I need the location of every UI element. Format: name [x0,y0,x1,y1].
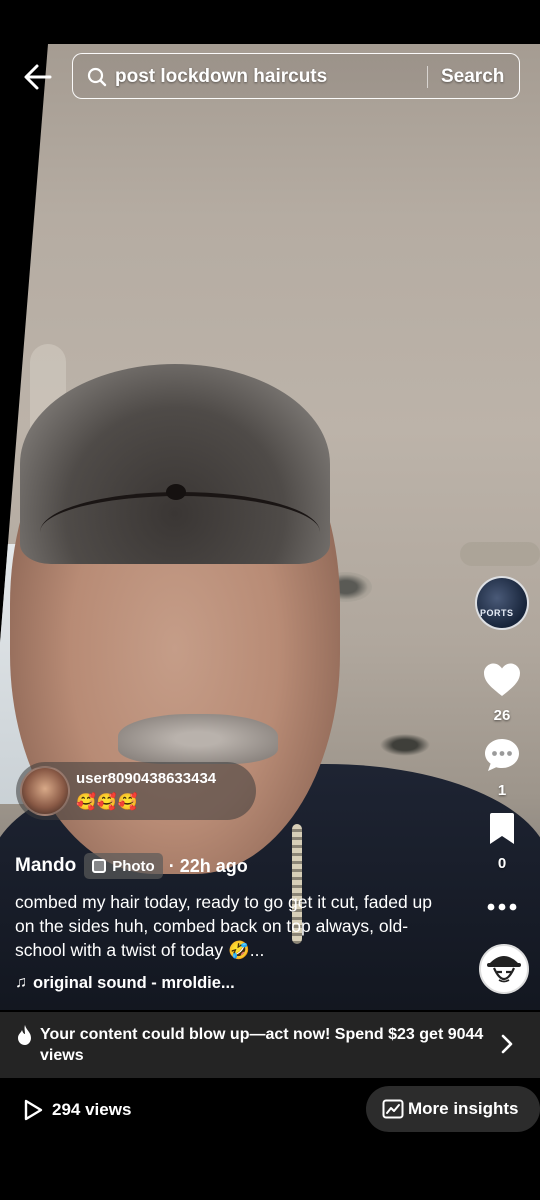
post-time: · 22h ago [168,855,248,876]
comment-count: 1 [497,782,507,799]
search-divider [427,66,428,88]
author-row: Mando Photo · 22h ago [15,852,248,880]
creator-avatar[interactable] [479,944,529,994]
more-insights-button[interactable]: More insights [366,1086,540,1132]
comment-button[interactable]: 1 [472,737,532,799]
chart-icon [382,1099,404,1119]
promote-text: Your content could blow up—act now! Spen… [40,1026,484,1064]
search-button[interactable]: Search [441,66,504,88]
commenter-username: user8090438633434 [76,770,217,787]
like-button[interactable]: 26 [472,662,532,724]
sound-row[interactable]: ♫ original sound - mroldie... [15,972,235,994]
post-viewer: post lockdown haircuts Search PORTS 26 1… [0,0,540,1200]
hair-knot [166,484,186,500]
save-count: 0 [497,855,507,872]
search-query[interactable]: post lockdown haircuts [115,66,327,88]
bookmark-icon [490,813,514,844]
like-count: 26 [493,707,511,724]
more-insights-label: More insights [408,1099,519,1118]
flame-icon [18,1025,31,1045]
photo-tag-label: Photo [112,857,155,875]
views-stat: 294 views [22,1098,131,1122]
music-note-icon: ♫ [15,974,27,991]
comment-preview[interactable]: user8090438633434 🥰🥰🥰 [16,762,256,820]
photo-icon [92,859,107,873]
bottom-bar: 294 views More insights [0,1078,540,1200]
search-icon [87,67,107,87]
sound-avatar[interactable]: PORTS [475,576,529,630]
sound-avatar-text: PORTS [480,608,514,618]
post-caption[interactable]: combed my hair today, ready to go get it… [15,890,455,962]
more-options-button[interactable] [484,896,522,918]
comment-preview-text: 🥰🥰🥰 [76,794,139,811]
views-count: 294 views [52,1100,132,1119]
sound-name: original sound - mroldie... [33,973,235,992]
author-name[interactable]: Mando [15,855,76,877]
search-bar[interactable]: post lockdown haircuts Search [72,53,520,99]
more-dots-icon [487,903,517,911]
heart-icon [484,663,520,696]
ceiling-light [380,734,430,756]
promote-banner[interactable]: Your content could blow up—act now! Spen… [0,1012,540,1078]
creator-avatar-icon [487,956,521,983]
play-icon [24,1099,43,1121]
chevron-right-icon [501,1034,513,1054]
arrow-left-icon [24,64,52,90]
back-button[interactable] [22,62,54,92]
commenter-avatar [20,766,70,816]
save-button[interactable]: 0 [472,812,532,872]
mustache [118,714,278,764]
hair-band [40,492,320,572]
ceiling-rail [460,542,540,566]
photo-tag: Photo [84,853,163,879]
comment-icon [485,739,519,771]
